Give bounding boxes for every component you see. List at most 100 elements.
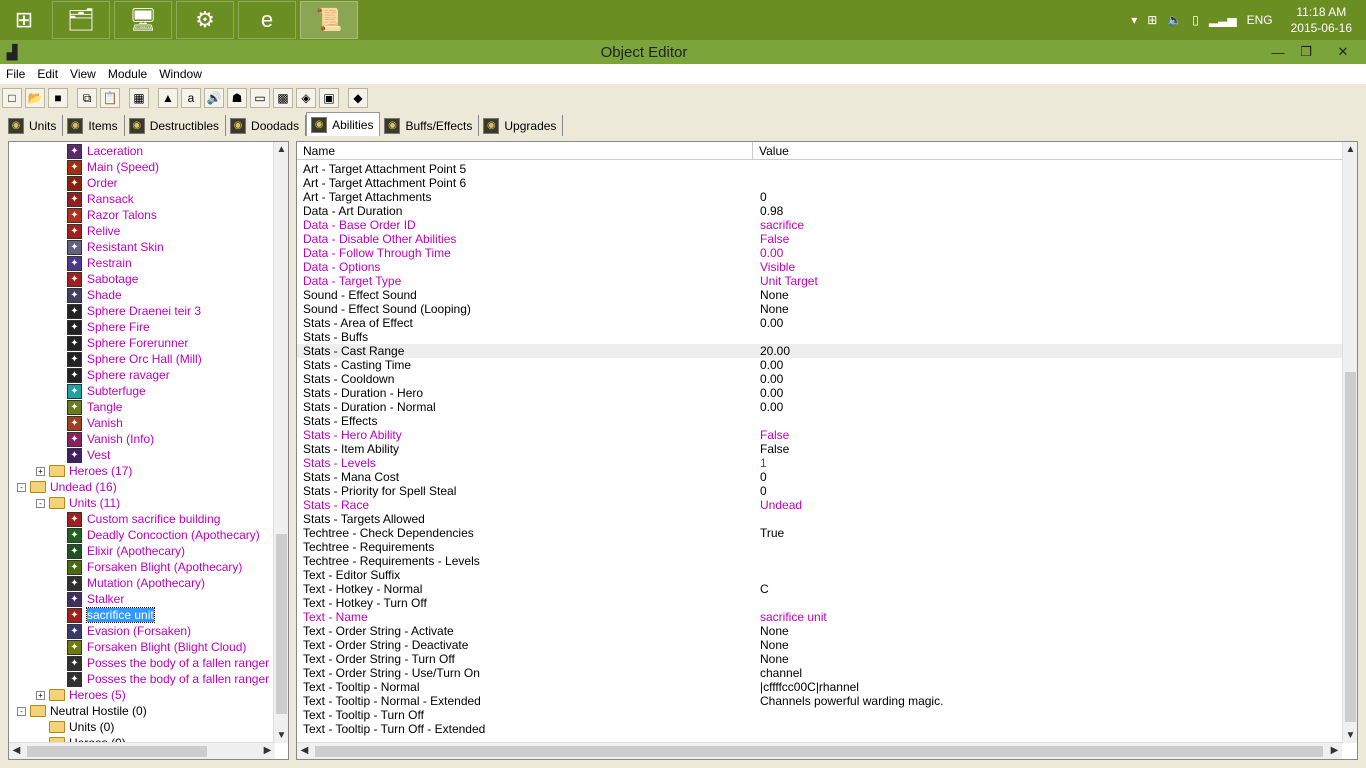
tab-doodads[interactable]: ◉ Doodads	[226, 115, 307, 136]
tree-item[interactable]: ✦ Deadly Concoction (Apothecary)	[67, 527, 260, 543]
network-icon[interactable]: ⊞	[1147, 13, 1157, 27]
tree-item[interactable]: ✦ Mutation (Apothecary)	[67, 575, 205, 591]
property-row[interactable]: Stats - Item Ability False	[297, 442, 1342, 456]
property-row[interactable]: Stats - Hero Ability False	[297, 428, 1342, 442]
property-row[interactable]: Text - Tooltip - Turn Off	[297, 708, 1342, 722]
sound-editor-icon[interactable]: 🔊	[204, 88, 224, 108]
layer-icon[interactable]: ◆	[348, 88, 368, 108]
menu-window[interactable]: Window	[153, 67, 208, 81]
tab-items[interactable]: ◉ Items	[63, 115, 125, 136]
internet-explorer[interactable]: e	[238, 1, 296, 39]
property-row[interactable]: Art - Target Attachment Point 6	[297, 176, 1342, 190]
control-panel[interactable]: ⚙	[176, 1, 234, 39]
property-row[interactable]: Text - Tooltip - Normal |cffffcc00C|rhann…	[297, 680, 1342, 694]
ai-editor-icon[interactable]: a	[181, 88, 201, 108]
property-row[interactable]: Data - Disable Other Abilities False	[297, 232, 1342, 246]
property-row[interactable]: Text - Hotkey - Turn Off	[297, 596, 1342, 610]
property-row[interactable]: Text - Order String - Activate None	[297, 624, 1342, 638]
property-row[interactable]: Stats - Effects	[297, 414, 1342, 428]
property-row[interactable]: Art - Target Attachments 0	[297, 190, 1342, 204]
campaign-editor-icon[interactable]: ▭	[250, 88, 270, 108]
property-row[interactable]: Stats - Area of Effect 0.00	[297, 316, 1342, 330]
property-row[interactable]: Stats - Duration - Hero 0.00	[297, 386, 1342, 400]
props-vertical-scrollbar[interactable]: ▲ ▼	[1342, 142, 1357, 743]
tree-item[interactable]: ✦ Sphere Forerunner	[67, 335, 188, 351]
tree-item[interactable]: ✦ Sabotage	[67, 271, 138, 287]
menu-module[interactable]: Module	[102, 67, 153, 81]
tree-item[interactable]: ✦ Custom sacrifice building	[67, 511, 220, 527]
tree-item[interactable]: ✦ Sphere Fire	[67, 319, 150, 335]
property-row[interactable]: Sound - Effect Sound (Looping) None	[297, 302, 1342, 316]
property-row[interactable]: Data - Art Duration 0.98	[297, 204, 1342, 218]
tree-item[interactable]: ✦ Vanish	[67, 415, 123, 431]
scroll-left-icon[interactable]: ◀	[9, 743, 24, 758]
tree-item[interactable]: ✦ Main (Speed)	[67, 159, 159, 175]
tree-hscroll-thumb[interactable]	[27, 746, 207, 757]
property-row[interactable]: Stats - Casting Time 0.00	[297, 358, 1342, 372]
property-row[interactable]: Text - Order String - Deactivate None	[297, 638, 1342, 652]
tree-folder[interactable]: - Units (11)	[36, 495, 120, 511]
tree-item[interactable]: ✦ Tangle	[67, 399, 122, 415]
property-row[interactable]: Techtree - Requirements	[297, 540, 1342, 554]
collapse-icon[interactable]: -	[17, 482, 26, 492]
close-button[interactable]: ✕	[1320, 44, 1366, 60]
collapse-icon[interactable]: -	[17, 706, 26, 716]
tree-item[interactable]: ✦ Stalker	[67, 591, 124, 607]
tree-folder[interactable]: + Heroes (5)	[36, 687, 126, 703]
menu-view[interactable]: View	[64, 67, 102, 81]
show-hidden-icons-icon[interactable]: ▾	[1131, 13, 1137, 27]
collapse-icon[interactable]: -	[36, 498, 45, 508]
tree-item[interactable]: ✦ Sphere ravager	[67, 367, 170, 383]
expand-icon[interactable]: +	[36, 690, 45, 700]
language-indicator[interactable]: ENG	[1247, 13, 1273, 27]
tree-item[interactable]: ✦ Vanish (Info)	[67, 431, 154, 447]
property-row[interactable]: Text - Hotkey - Normal C	[297, 582, 1342, 596]
property-row[interactable]: Text - Name sacrifice unit	[297, 610, 1342, 624]
tree-item[interactable]: ✦ Subterfuge	[67, 383, 146, 399]
property-row[interactable]: Art - Target Attachment Point 5	[297, 162, 1342, 176]
scroll-right-icon[interactable]: ▶	[1327, 743, 1342, 758]
scroll-down-icon[interactable]: ▼	[1343, 728, 1357, 743]
tab-destructibles[interactable]: ◉ Destructibles	[125, 115, 227, 136]
tree-item[interactable]: ✦ Posses the body of a fallen ranger (Tom	[67, 671, 275, 687]
volume-icon[interactable]: 🔈	[1167, 13, 1182, 27]
property-row[interactable]: Stats - Race Undead	[297, 498, 1342, 512]
power-icon[interactable]: ▯	[1192, 13, 1199, 27]
property-row[interactable]: Stats - Mana Cost 0	[297, 470, 1342, 484]
tree-item[interactable]: ✦ Sphere Draenei teir 3	[67, 303, 201, 319]
tree-item[interactable]: ✦ Forsaken Blight (Apothecary)	[67, 559, 242, 575]
test-map-icon[interactable]: ▣	[319, 88, 339, 108]
menu-edit[interactable]: Edit	[31, 67, 64, 81]
object-tree[interactable]: ✦ Laceration ✦ Main (Speed) ✦ Order ✦ Ransack ✦ R…	[8, 141, 289, 760]
restore-button[interactable]: ❐	[1292, 44, 1320, 60]
tree-item[interactable]: ✦ Evasion (Forsaken)	[67, 623, 191, 639]
tree-vertical-scrollbar[interactable]: ▲ ▼	[273, 142, 288, 743]
world-editor[interactable]: 📜	[300, 1, 358, 39]
scroll-up-icon[interactable]: ▲	[1343, 142, 1357, 157]
import-manager-icon[interactable]: ◈	[296, 88, 316, 108]
column-header-name[interactable]: Name	[297, 142, 753, 160]
signal-icon[interactable]: ▂▃▅	[1209, 13, 1237, 27]
minimize-button[interactable]: —	[1264, 45, 1292, 60]
tree-item[interactable]: ✦ Posses the body of a fallen ranger (Ban	[67, 655, 275, 671]
tree-folder[interactable]: Units (0)	[36, 719, 114, 735]
tree-folder[interactable]: + Heroes (17)	[36, 463, 132, 479]
open-icon[interactable]: 📂	[25, 88, 45, 108]
property-row[interactable]: Stats - Priority for Spell Steal 0	[297, 484, 1342, 498]
property-row[interactable]: Data - Target Type Unit Target	[297, 274, 1342, 288]
property-row[interactable]: Text - Order String - Turn Off None	[297, 652, 1342, 666]
ai-script-icon[interactable]: ▩	[273, 88, 293, 108]
property-row[interactable]: Techtree - Requirements - Levels	[297, 554, 1342, 568]
property-row[interactable]: Stats - Duration - Normal 0.00	[297, 400, 1342, 414]
property-row[interactable]: Text - Tooltip - Normal - Extended Channe…	[297, 694, 1342, 708]
properties-table[interactable]: Name Value Art - Target Attachment Point…	[296, 141, 1358, 760]
object-editor-icon[interactable]: ☗	[227, 88, 247, 108]
scroll-down-icon[interactable]: ▼	[274, 728, 288, 743]
tree-item[interactable]: ✦ Order	[67, 175, 118, 191]
tree-item[interactable]: ✦ Elixir (Apothecary)	[67, 543, 185, 559]
property-row[interactable]: Stats - Buffs	[297, 330, 1342, 344]
tree-item[interactable]: ✦ Restrain	[67, 255, 132, 271]
scroll-left-icon[interactable]: ◀	[297, 743, 312, 758]
tree-item[interactable]: ✦ Sphere Orc Hall (Mill)	[67, 351, 202, 367]
copy-icon[interactable]: ⧉	[77, 88, 97, 108]
